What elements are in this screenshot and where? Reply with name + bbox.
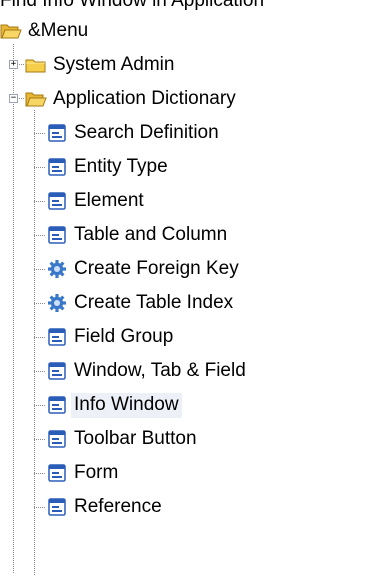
tree-item-create-table-index[interactable]: Create Table Index — [46, 288, 236, 318]
tree-node-application-dictionary-label: Application Dictionary — [53, 87, 236, 109]
process-gear-icon — [46, 259, 68, 279]
tree-item-label: Toolbar Button — [74, 427, 197, 449]
tree-item-entity-type[interactable]: Entity Type — [46, 152, 171, 182]
menu-tree: &Menu + System Admin − Application Dicti… — [0, 0, 376, 576]
tree-item-label: Search Definition — [74, 121, 219, 143]
tree-connector — [34, 337, 46, 338]
window-icon — [46, 463, 68, 483]
window-icon — [46, 157, 68, 177]
tree-connector — [34, 235, 46, 236]
tree-connector — [34, 473, 46, 474]
tree-node-application-dictionary[interactable]: Application Dictionary — [25, 84, 239, 114]
folder-open-icon — [25, 89, 47, 109]
tree-connector — [34, 269, 46, 270]
tree-item-label: Table and Column — [74, 223, 228, 245]
tree-line-root — [13, 44, 14, 574]
tree-item-label: Create Foreign Key — [74, 257, 239, 279]
tree-item-label: Info Window — [71, 392, 182, 418]
tree-connector — [34, 201, 46, 202]
tree-item-label: Window, Tab & Field — [74, 359, 246, 381]
tree-item-label: Element — [74, 189, 144, 211]
tree-item-table-and-column[interactable]: Table and Column — [46, 220, 230, 250]
folder-open-icon — [0, 21, 22, 41]
tree-item-label: Form — [74, 461, 119, 483]
window-icon — [46, 327, 68, 347]
tree-item-label: Reference — [74, 495, 162, 517]
tree-connector — [34, 405, 46, 406]
tree-node-system-admin[interactable]: System Admin — [25, 50, 177, 80]
collapse-app-dict-toggle[interactable]: − — [9, 94, 18, 103]
tree-item-info-window[interactable]: Info Window — [46, 390, 182, 420]
window-icon — [46, 225, 68, 245]
tree-item-field-group[interactable]: Field Group — [46, 322, 176, 352]
window-icon — [46, 429, 68, 449]
tree-connector — [34, 167, 46, 168]
window-icon — [46, 361, 68, 381]
tree-connector — [34, 439, 46, 440]
tree-connector — [34, 303, 46, 304]
tree-node-menu[interactable]: &Menu — [0, 16, 91, 46]
tree-connector — [34, 371, 46, 372]
window-icon — [46, 497, 68, 517]
folder-closed-icon — [25, 55, 47, 75]
tree-item-label: Create Table Index — [74, 291, 234, 313]
tree-item-form[interactable]: Form — [46, 458, 121, 488]
expand-system-admin-toggle[interactable]: + — [9, 60, 18, 69]
window-icon — [46, 123, 68, 143]
tree-connector — [34, 133, 46, 134]
tree-item-window-tab-field[interactable]: Window, Tab & Field — [46, 356, 249, 386]
window-icon — [46, 395, 68, 415]
window-icon — [46, 191, 68, 211]
tree-item-label: Entity Type — [74, 155, 168, 177]
tree-node-system-admin-label: System Admin — [53, 53, 175, 75]
tree-item-create-foreign-key[interactable]: Create Foreign Key — [46, 254, 242, 284]
tree-node-menu-label: &Menu — [28, 19, 89, 41]
tree-item-reference[interactable]: Reference — [46, 492, 165, 522]
process-gear-icon — [46, 293, 68, 313]
tree-item-element[interactable]: Element — [46, 186, 147, 216]
tree-connector — [34, 507, 46, 508]
tree-item-toolbar-button[interactable]: Toolbar Button — [46, 424, 200, 454]
tree-item-search-definition[interactable]: Search Definition — [46, 118, 222, 148]
tree-item-label: Field Group — [74, 325, 174, 347]
